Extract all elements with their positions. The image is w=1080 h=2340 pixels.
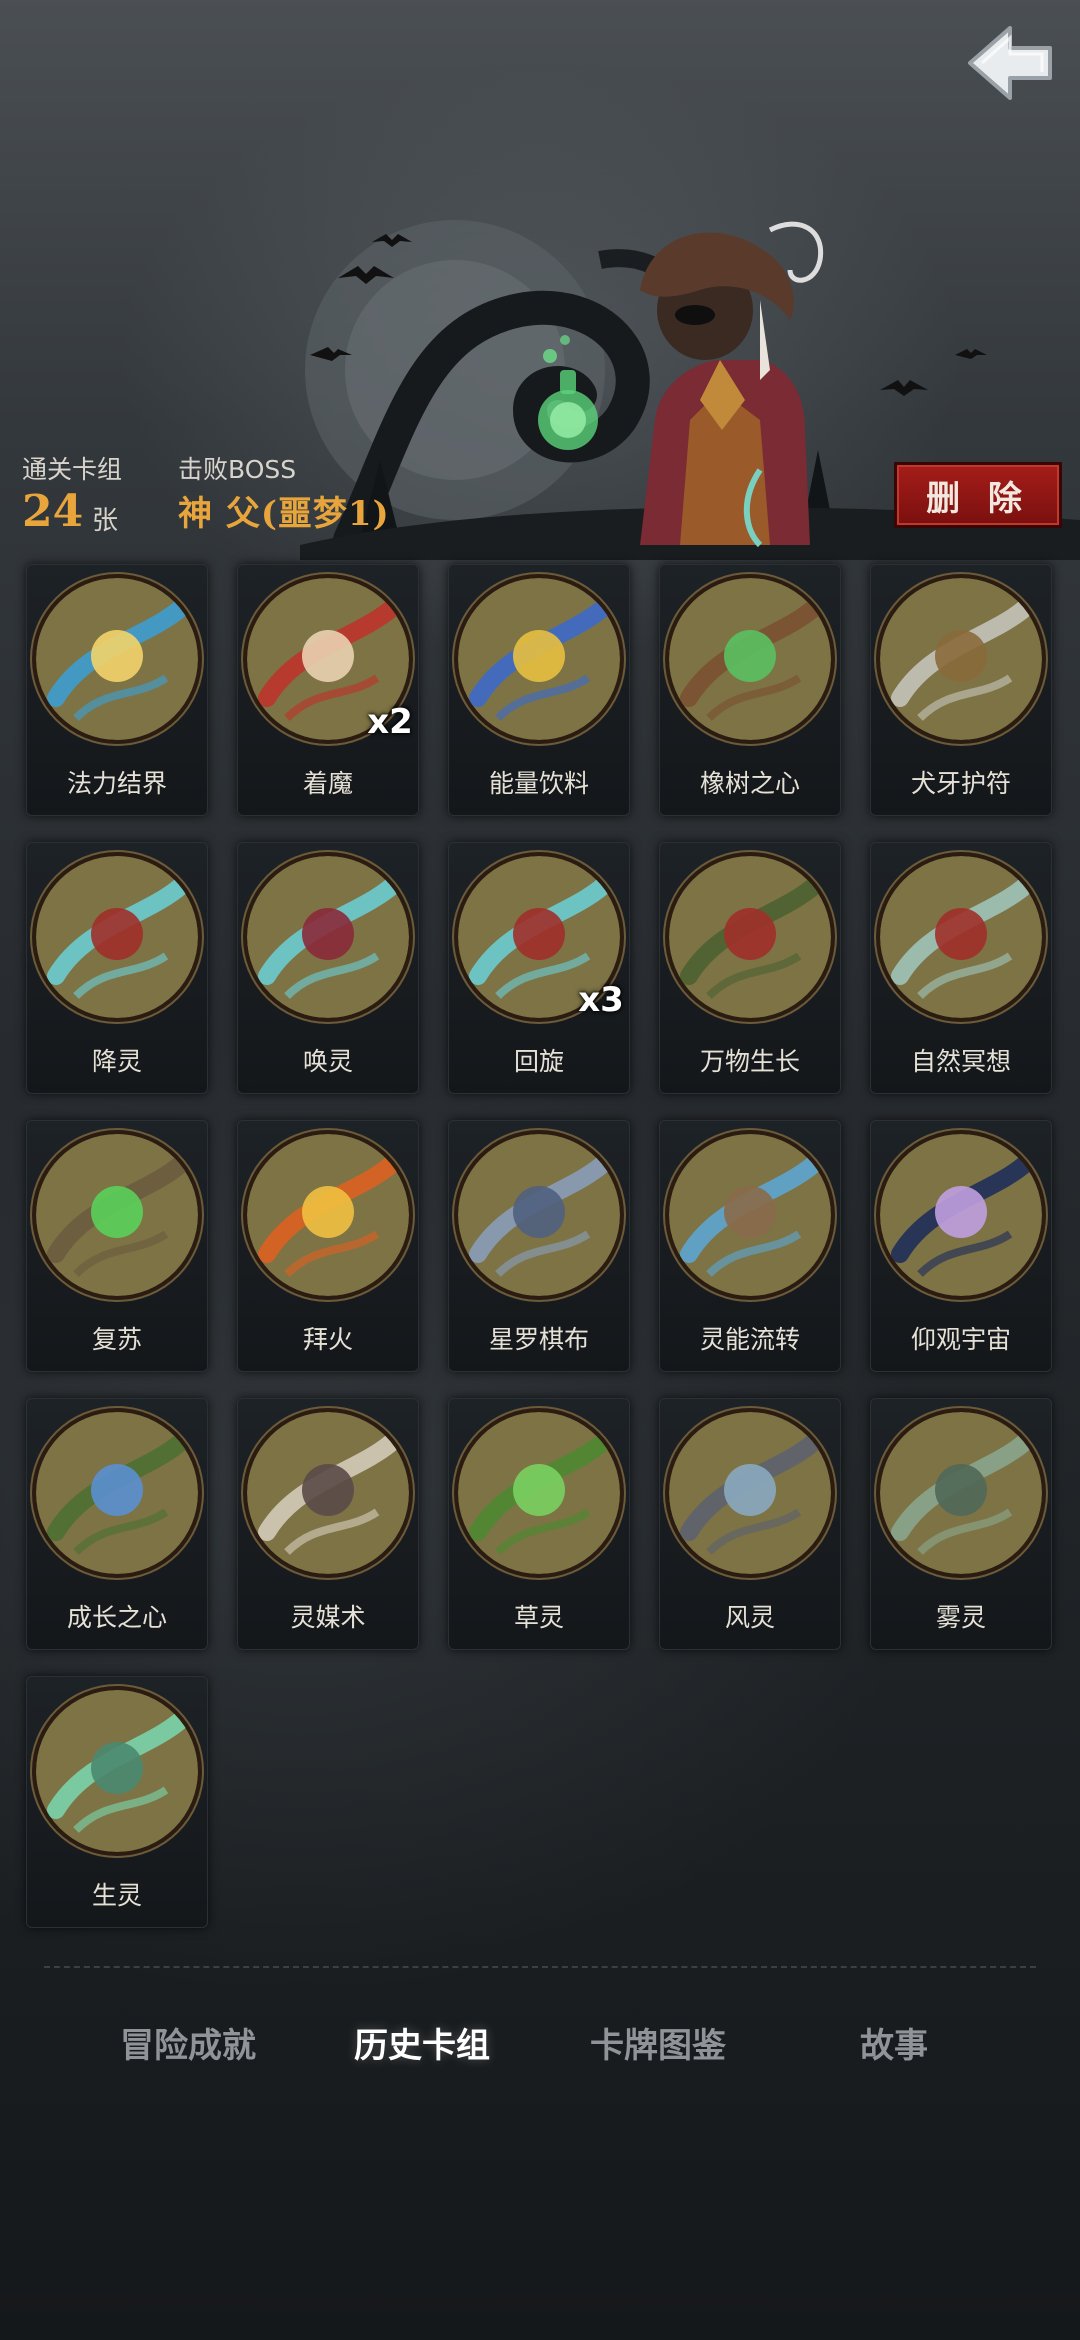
card-name: 降灵 [91,1047,142,1076]
back-button[interactable] [960,18,1060,108]
card-count: 24 [22,486,84,537]
boss-name: 神 父(噩梦1) [178,494,390,534]
hero-banner: 通关卡组 24 张 击败BOSS 神 父(噩梦1) 删 除 [0,0,1080,560]
card-name: 风灵 [724,1603,775,1632]
deck-card[interactable]: 自然冥想 [870,842,1052,1094]
card-name: 仰观宇宙 [910,1325,1011,1354]
delete-button[interactable]: 删 除 [894,462,1062,528]
deck-card[interactable]: 犬牙护符 [870,564,1052,816]
deck-card[interactable]: 法力结界 [26,564,208,816]
card-count-unit: 张 [92,506,119,536]
deck-card[interactable]: 回旋 x3 [448,842,630,1094]
deck-card[interactable]: 仰观宇宙 [870,1120,1052,1372]
card-name: 拜火 [302,1325,353,1354]
deck-card[interactable]: 唤灵 [237,842,419,1094]
deck-card[interactable]: 生灵 [26,1676,208,1928]
summon-spirit-icon [36,856,198,1018]
growth-heart-icon [36,1412,198,1574]
fire-worship-icon [247,1134,409,1296]
energy-drink-icon [458,578,620,740]
growth-icon [669,856,831,1018]
meditation-icon [880,856,1042,1018]
oak-heart-icon [669,578,831,740]
card-name: 生灵 [91,1881,142,1910]
card-name: 犬牙护符 [910,769,1011,798]
revive-icon [36,1134,198,1296]
deck-card[interactable]: 灵能流转 [659,1120,841,1372]
deck-card[interactable]: 着魔 x2 [237,564,419,816]
deck-card[interactable]: 降灵 [26,842,208,1094]
fang-amulet-icon [880,578,1042,740]
card-name: 回旋 [513,1047,564,1076]
tab-history-deck[interactable]: 历史卡组 [322,2018,522,2074]
medium-icon [247,1412,409,1574]
cosmos-icon [880,1134,1042,1296]
card-name: 成长之心 [66,1603,167,1632]
card-name: 灵能流转 [699,1325,800,1354]
card-name: 万物生长 [699,1047,800,1076]
call-spirit-icon [247,856,409,1018]
card-name: 灵媒术 [290,1603,366,1632]
card-name: 能量饮料 [488,769,589,798]
card-name: 橡树之心 [699,769,800,798]
back-arrow-icon [968,26,1052,100]
deck-card[interactable]: 灵媒术 [237,1398,419,1650]
card-name: 着魔 [302,769,353,798]
tab-story[interactable]: 故事 [794,2018,994,2074]
star-scatter-icon [458,1134,620,1296]
mana-barrier-icon [36,578,198,740]
life-spirit-icon [36,1690,198,1852]
defeated-boss-label: 击败BOSS [178,455,297,484]
clear-deck-label: 通关卡组 [22,455,123,484]
tab-card-collection[interactable]: 卡牌图鉴 [558,2018,758,2074]
deck-card[interactable]: 复苏 [26,1120,208,1372]
card-name: 法力结界 [66,769,167,798]
card-copies-badge: x2 [367,702,413,742]
tab-adventure-achievements[interactable]: 冒险成就 [88,2018,288,2074]
card-name: 唤灵 [302,1047,353,1076]
section-divider [44,1966,1036,1968]
deck-card[interactable]: 风灵 [659,1398,841,1650]
grass-spirit-icon [458,1412,620,1574]
deck-card[interactable]: 成长之心 [26,1398,208,1650]
deck-card[interactable]: 草灵 [448,1398,630,1650]
deck-card[interactable]: 能量饮料 [448,564,630,816]
deck-card[interactable]: 星罗棋布 [448,1120,630,1372]
mist-spirit-icon [880,1412,1042,1574]
deck-card[interactable]: 拜火 [237,1120,419,1372]
wind-spirit-icon [669,1412,831,1574]
deck-card[interactable]: 万物生长 [659,842,841,1094]
psi-flow-icon [669,1134,831,1296]
card-name: 复苏 [91,1325,142,1354]
deck-card[interactable]: 橡树之心 [659,564,841,816]
card-name: 自然冥想 [910,1047,1011,1076]
deck-card[interactable]: 雾灵 [870,1398,1052,1650]
card-name: 草灵 [513,1603,564,1632]
card-name: 星罗棋布 [488,1325,589,1354]
card-name: 雾灵 [935,1603,986,1632]
card-copies-badge: x3 [578,980,624,1020]
